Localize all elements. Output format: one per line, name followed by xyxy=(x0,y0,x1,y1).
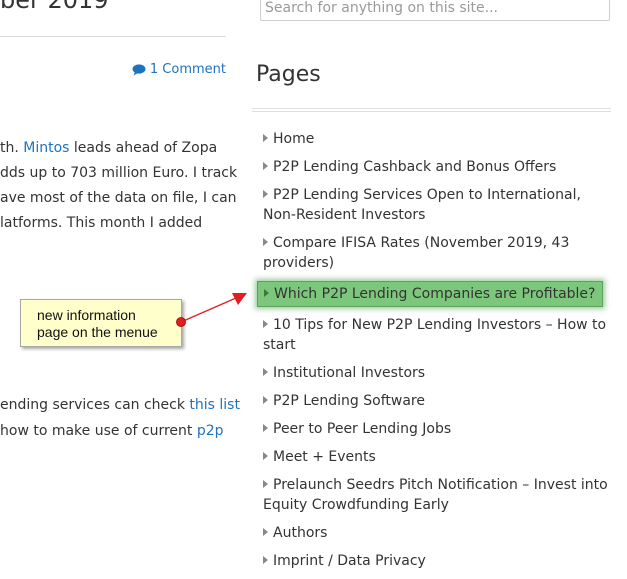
page-link-seedrs[interactable]: Prelaunch Seedrs Pitch Notification – In… xyxy=(263,475,613,515)
page-link-events[interactable]: Meet + Events xyxy=(263,447,613,467)
page-link-ifisa-rates[interactable]: Compare IFISA Rates (November 2019, 43 p… xyxy=(263,233,613,273)
triangle-right-icon xyxy=(263,238,268,246)
article-text-line: ave most of the data on file, I can xyxy=(0,190,237,206)
triangle-right-icon xyxy=(263,452,268,460)
p2p-link[interactable]: p2p xyxy=(197,423,224,439)
triangle-right-icon xyxy=(263,480,268,488)
callout-line-1: new information xyxy=(37,307,136,323)
pages-heading-divider xyxy=(252,111,611,112)
comment-bubble-icon xyxy=(132,63,146,75)
page-link-authors[interactable]: Authors xyxy=(263,523,613,543)
triangle-right-icon xyxy=(263,190,268,198)
comments-label: 1 Comment xyxy=(149,62,226,77)
title-divider xyxy=(0,36,226,37)
annotation-callout: new information page on the menue xyxy=(20,299,182,347)
triangle-right-icon xyxy=(263,134,268,142)
article-text-line: dds up to 703 million Euro. I track xyxy=(0,165,238,181)
arrow-shaft xyxy=(180,297,237,323)
search-input[interactable] xyxy=(260,0,610,21)
page-link-institutional[interactable]: Institutional Investors xyxy=(263,363,613,383)
mintos-link[interactable]: Mintos xyxy=(23,140,69,156)
article-text-line: ending services can check this list xyxy=(0,397,240,413)
page-link-imprint[interactable]: Imprint / Data Privacy xyxy=(263,551,613,571)
pages-heading-divider xyxy=(252,108,611,109)
article-text-line: how to make use of current p2p xyxy=(0,423,224,439)
triangle-right-icon xyxy=(263,320,268,328)
page-link-jobs[interactable]: Peer to Peer Lending Jobs xyxy=(263,419,613,439)
triangle-right-icon xyxy=(263,396,268,404)
pages-list: Home P2P Lending Cashback and Bonus Offe… xyxy=(257,129,613,579)
triangle-right-icon xyxy=(263,368,268,376)
pages-heading: Pages xyxy=(256,62,321,87)
page-link-software[interactable]: P2P Lending Software xyxy=(263,391,613,411)
page-link-international[interactable]: P2P Lending Services Open to Internation… xyxy=(263,185,613,225)
page-link-profitable-highlighted[interactable]: Which P2P Lending Companies are Profitab… xyxy=(257,281,613,307)
page-link-cashback[interactable]: P2P Lending Cashback and Bonus Offers xyxy=(263,157,613,177)
triangle-right-icon xyxy=(263,424,268,432)
highlight-box: Which P2P Lending Companies are Profitab… xyxy=(257,281,604,307)
callout-line-2: page on the menue xyxy=(37,324,158,340)
article-text-line: latforms. This month I added xyxy=(0,215,203,231)
triangle-right-icon xyxy=(264,289,269,297)
triangle-right-icon xyxy=(263,162,268,170)
arrow-head xyxy=(232,293,247,305)
this-list-link[interactable]: this list xyxy=(189,397,240,413)
triangle-right-icon xyxy=(263,528,268,536)
triangle-right-icon xyxy=(263,556,268,564)
post-title: ber 2019 xyxy=(0,0,109,14)
article-text-line: th. Mintos leads ahead of Zopa xyxy=(0,140,218,156)
page-link-home[interactable]: Home xyxy=(263,129,613,149)
page-link-10-tips[interactable]: 10 Tips for New P2P Lending Investors – … xyxy=(263,315,613,355)
comments-link[interactable]: 1 Comment xyxy=(132,62,226,77)
